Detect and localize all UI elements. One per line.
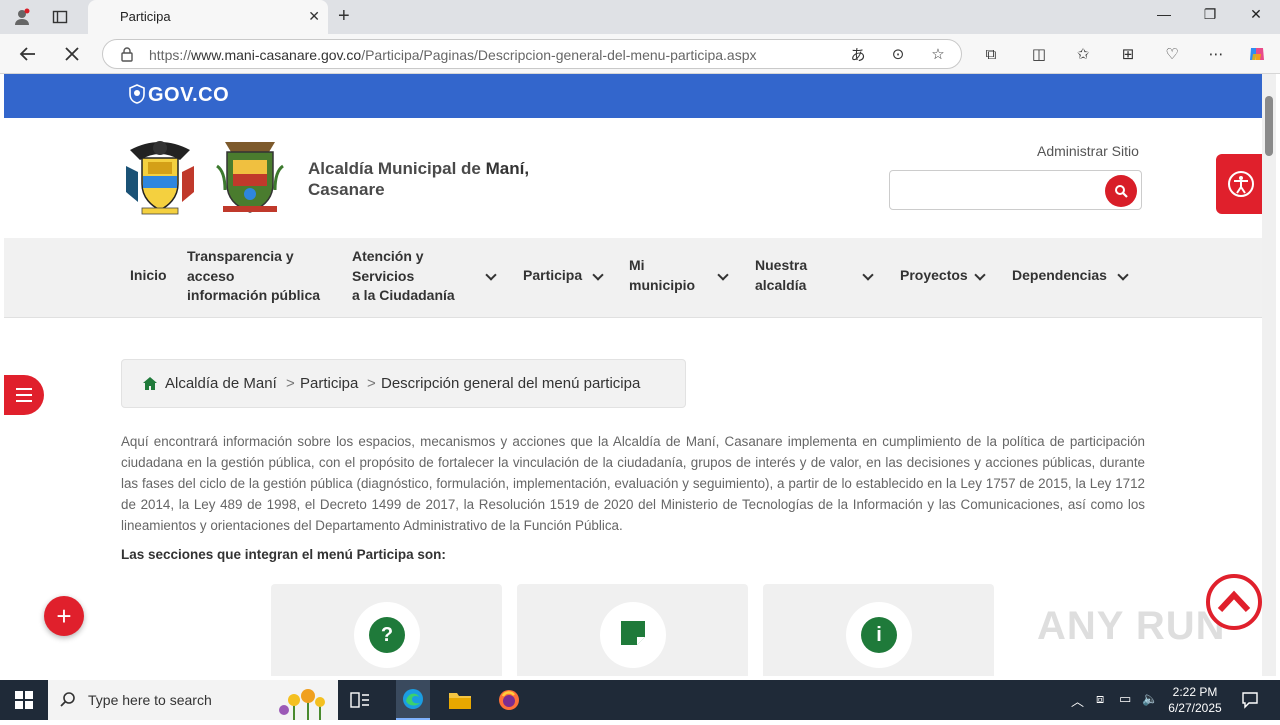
sections-heading: Las secciones que integran el menú Parti… [121,547,446,562]
chevron-down-icon [592,269,604,281]
profile-icon[interactable] [12,7,32,27]
new-tab-icon[interactable]: + [338,5,350,28]
minimize-icon[interactable]: — [1141,6,1187,22]
taskbar-search-input[interactable]: Type here to search [48,680,338,720]
nav-atencion[interactable]: Atención y Servicios a la Ciudadanía [352,247,455,306]
nav-participa[interactable]: Participa [523,266,582,286]
side-menu-toggle[interactable] [4,375,44,415]
plus-icon: + [56,600,72,631]
clock-time: 2:22 PM [1172,685,1218,699]
restore-icon[interactable]: ❐ [1187,6,1233,23]
card-icon-circle: ? [354,602,420,668]
favorites-icon[interactable]: ✩ [1072,44,1094,64]
search-icon[interactable] [1105,175,1137,207]
edge-taskbar-icon[interactable] [396,680,430,720]
accessibility-button[interactable] [1216,154,1262,214]
firefox-icon[interactable] [495,686,523,714]
nav-inicio[interactable]: Inicio [130,266,167,286]
site-info-icon[interactable] [119,46,135,67]
taskbar-search-placeholder: Type here to search [88,692,212,708]
tray-app-icon[interactable]: ⧈ [1096,691,1104,707]
settings-more-icon[interactable]: ⋯ [1205,44,1227,64]
flowers-icon [274,682,334,725]
chevron-down-icon [862,269,874,281]
participa-card[interactable]: ? [271,584,502,676]
main-nav: Inicio Transparencia y acceso información … [4,238,1262,318]
tab-actions-icon[interactable] [50,7,70,27]
gov-logo[interactable]: GOV.CO [128,84,229,107]
site-title[interactable]: Alcaldía Municipal de Maní, Casanare [308,158,529,200]
tab-title: Participa [120,9,171,24]
page-scrollbar[interactable] [1262,74,1276,676]
file-explorer-icon[interactable] [446,686,474,714]
admin-site-link[interactable]: Administrar Sitio [1037,143,1139,159]
split-screen-icon[interactable]: ◫ [1028,44,1050,64]
intro-paragraph: Aquí encontrará información sobre los es… [121,434,1145,533]
close-window-icon[interactable]: ✕ [1233,6,1279,23]
browser-essentials-icon[interactable]: ♡ [1161,44,1183,64]
back-icon[interactable] [16,42,40,66]
nav-nuestra-alcaldia[interactable]: Nuestra alcaldía [755,256,807,295]
nav-transparencia[interactable]: Transparencia y acceso información pública [187,247,320,306]
hamburger-icon [16,388,32,402]
url-text: https://www.mani-casanare.gov.co/Partici… [149,47,757,63]
favorite-star-icon[interactable]: ☆ [927,44,949,64]
scrollbar-thumb[interactable] [1265,96,1273,156]
add-fab-button[interactable]: + [44,596,84,636]
chevron-down-icon [717,269,729,281]
network-icon[interactable]: ▭ [1119,691,1131,707]
taskbar-clock[interactable]: 2:22 PM 6/27/2025 [1160,684,1230,716]
tab-close-icon[interactable]: ✕ [308,8,320,25]
browser-toolbar: https://www.mani-casanare.gov.co/Partici… [0,34,1280,74]
breadcrumb-current: Descripción general del menú participa [381,375,641,392]
breadcrumb-separator: > [286,375,295,392]
site-header: Alcaldía Municipal de Maní, Casanare Adm… [4,118,1262,238]
volume-icon[interactable]: 🔈 [1142,691,1158,707]
breadcrumb-separator: > [367,375,376,392]
task-view-icon[interactable] [346,686,374,714]
mani-coat-of-arms [215,136,295,218]
address-bar[interactable]: https://www.mani-casanare.gov.co/Partici… [102,39,962,69]
participa-card[interactable]: i [763,584,994,676]
read-aloud-icon[interactable]: あ [847,44,869,64]
info-icon: i [861,617,897,653]
collections-icon[interactable]: ⊞ [1117,44,1139,64]
notifications-icon[interactable] [1236,686,1264,714]
home-icon[interactable] [142,376,158,396]
card-icon-circle [600,602,666,668]
search-icon [60,691,76,712]
chevron-down-icon [974,269,986,281]
chevron-down-icon [1117,269,1129,281]
chevron-down-icon [485,269,497,281]
copilot-icon[interactable] [1246,44,1268,64]
note-icon [617,617,649,654]
nav-dependencias[interactable]: Dependencias [1012,266,1107,286]
breadcrumb-participa[interactable]: Participa [300,375,358,392]
card-icon-circle: i [846,602,912,668]
stop-loading-icon[interactable] [60,42,84,66]
clock-date: 6/27/2025 [1168,701,1222,715]
gov-bar: GOV.CO [4,74,1262,118]
more-tools-icon[interactable]: ⊙ [887,44,909,64]
chevron-up-icon [1217,590,1251,613]
colombia-coat-of-arms [120,136,200,218]
accessibility-icon [1228,171,1254,197]
windows-start-icon[interactable] [10,686,38,714]
breadcrumb-home[interactable]: Alcaldía de Maní [165,375,277,392]
extensions-icon[interactable]: ⧉ [980,44,1002,64]
windows-taskbar: Type here to search ︿ ⧈ ▭ 🔈 2:22 PM 6/27… [0,680,1280,720]
browser-tab-bar: Participa ✕ + — ❐ ✕ [0,0,1280,34]
nav-mi-municipio[interactable]: Mi municipio [629,256,695,295]
page-viewport: GOV.CO Alcaldía Municipal de Maní, Casan… [4,74,1262,676]
breadcrumb: Alcaldía de Maní > Participa > Descripci… [121,359,686,408]
nav-proyectos[interactable]: Proyectos [900,266,968,286]
participa-card[interactable] [517,584,748,676]
scroll-to-top-button[interactable] [1206,574,1262,630]
anyrun-watermark: ANY RUN [1037,604,1226,648]
tray-chevron-up-icon[interactable]: ︿ [1071,691,1084,710]
tab-participa[interactable]: Participa ✕ [88,0,328,34]
question-icon: ? [369,617,405,653]
